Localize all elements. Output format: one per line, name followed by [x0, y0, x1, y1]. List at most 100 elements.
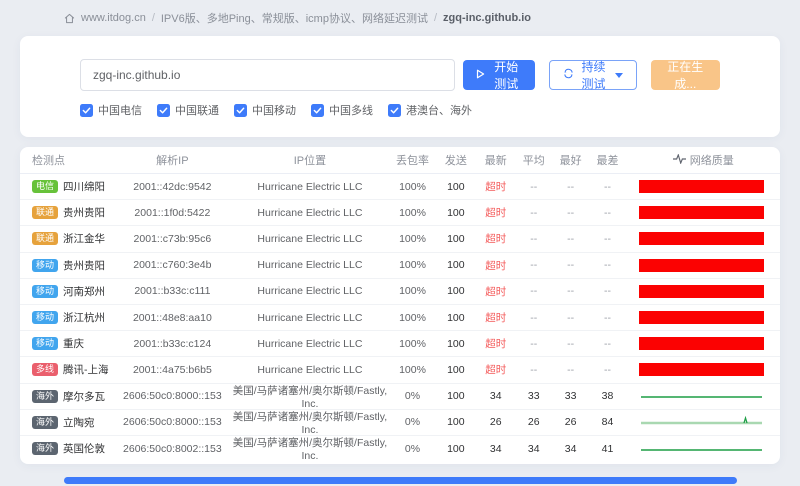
best-latency: --	[553, 364, 589, 376]
worst-latency: --	[588, 285, 626, 297]
breadcrumb-site[interactable]: www.itdog.cn	[81, 12, 146, 24]
node-name: 摩尔多瓦	[63, 389, 105, 404]
latency-sparkline	[639, 442, 764, 456]
packet-loss: 100%	[390, 364, 435, 376]
continuous-test-button[interactable]: 持续测试	[549, 60, 636, 90]
avg-latency: --	[515, 259, 553, 271]
ip-location: Hurricane Electric LLC	[230, 181, 390, 193]
network-quality-cell	[626, 232, 780, 245]
avg-latency: --	[515, 338, 553, 350]
header-node: 检测点	[20, 152, 115, 168]
best-latency: --	[553, 181, 589, 193]
sent-count: 100	[435, 233, 477, 245]
results-table-card: 检测点 解析IP IP位置 丢包率 发送 最新 平均 最好 最差 网络质量 电信…	[20, 147, 780, 464]
carrier-filter-checkbox[interactable]: 中国联通	[157, 102, 219, 118]
start-test-button[interactable]: 开始测试	[463, 60, 535, 90]
latest-latency: 34	[477, 390, 515, 402]
table-row: 移动 重庆 2001::b33c:c124 Hurricane Electric…	[20, 331, 780, 357]
header-worst: 最差	[588, 152, 626, 168]
quality-bad-bar	[639, 180, 764, 193]
resolved-ip: 2606:50c0:8000::153	[115, 416, 230, 428]
breadcrumb-separator: /	[152, 12, 155, 24]
pulse-icon	[673, 154, 686, 167]
sent-count: 100	[435, 443, 477, 455]
packet-loss: 100%	[390, 233, 435, 245]
latest-latency: 超时	[477, 284, 515, 299]
latency-sparkline	[639, 389, 764, 403]
table-row: 海外 立陶宛 2606:50c0:8000::153 美国/马萨诸塞州/奥尔斯顿…	[20, 410, 780, 436]
header-loss: 丢包率	[390, 152, 435, 168]
latest-latency: 超时	[477, 362, 515, 377]
packet-loss: 100%	[390, 259, 435, 271]
sent-count: 100	[435, 364, 477, 376]
worst-latency: --	[588, 312, 626, 324]
carrier-badge: 海外	[32, 416, 58, 429]
best-latency: 33	[553, 390, 589, 402]
table-row: 海外 摩尔多瓦 2606:50c0:8000::153 美国/马萨诸塞州/奥尔斯…	[20, 384, 780, 410]
avg-latency: --	[515, 233, 553, 245]
checkbox-checked-icon	[234, 104, 247, 117]
ip-location: Hurricane Electric LLC	[230, 364, 390, 376]
network-quality-cell	[626, 363, 780, 376]
carrier-filter-checkbox[interactable]: 中国电信	[80, 102, 142, 118]
latest-latency: 34	[477, 443, 515, 455]
sent-count: 100	[435, 285, 477, 297]
node-name: 贵州贵阳	[63, 258, 105, 273]
checkbox-checked-icon	[311, 104, 324, 117]
sent-count: 100	[435, 181, 477, 193]
carrier-filter-label: 港澳台、海外	[406, 102, 472, 118]
packet-loss: 100%	[390, 312, 435, 324]
header-latest: 最新	[477, 152, 515, 168]
node-name: 重庆	[63, 336, 84, 351]
best-latency: --	[553, 338, 589, 350]
table-body: 电信 四川绵阳 2001::42dc:9542 Hurricane Electr…	[20, 174, 780, 462]
best-latency: --	[553, 233, 589, 245]
network-quality-cell	[626, 259, 780, 272]
packet-loss: 100%	[390, 181, 435, 193]
header-ip: 解析IP	[115, 152, 230, 168]
table-row: 移动 浙江杭州 2001::48e8:aa10 Hurricane Electr…	[20, 305, 780, 331]
resolved-ip: 2001::c73b:95c6	[115, 233, 230, 245]
network-quality-cell	[626, 206, 780, 219]
carrier-filter-checkbox[interactable]: 中国移动	[234, 102, 296, 118]
carrier-filter-checkbox[interactable]: 港澳台、海外	[388, 102, 472, 118]
worst-latency: 84	[588, 416, 626, 428]
packet-loss: 100%	[390, 285, 435, 297]
latest-latency: 超时	[477, 336, 515, 351]
host-input[interactable]	[80, 59, 455, 91]
ip-location: Hurricane Electric LLC	[230, 233, 390, 245]
resolved-ip: 2001::c760:3e4b	[115, 259, 230, 271]
continuous-test-label: 持续测试	[579, 58, 607, 92]
quality-bad-bar	[639, 311, 764, 324]
packet-loss: 0%	[390, 443, 435, 455]
packet-loss: 0%	[390, 390, 435, 402]
packet-loss: 0%	[390, 416, 435, 428]
worst-latency: --	[588, 233, 626, 245]
ip-location: Hurricane Electric LLC	[230, 207, 390, 219]
avg-latency: 34	[515, 443, 553, 455]
test-control-card: 开始测试 持续测试 正在生成... 中国电信 中国联通 中国移动	[20, 36, 780, 137]
test-progress-bar	[64, 477, 737, 484]
breadcrumb-target-host: zgq-inc.github.io	[443, 12, 531, 24]
best-latency: 26	[553, 416, 589, 428]
breadcrumb-test-name[interactable]: IPV6版、多地Ping、常规版、icmp协议、网络延迟测试	[161, 10, 428, 26]
generating-label: 正在生成...	[664, 58, 707, 92]
node-name: 腾讯-上海	[63, 362, 109, 377]
resolved-ip: 2001::b33c:c124	[115, 338, 230, 350]
start-test-label: 开始测试	[490, 58, 522, 92]
latest-latency: 超时	[477, 258, 515, 273]
carrier-badge: 移动	[32, 311, 58, 324]
ip-location: 美国/马萨诸塞州/奥尔斯顿/Fastly, Inc.	[230, 409, 390, 436]
worst-latency: 38	[588, 390, 626, 402]
header-best: 最好	[553, 152, 589, 168]
checkbox-checked-icon	[80, 104, 93, 117]
network-quality-cell	[626, 311, 780, 324]
checkbox-checked-icon	[157, 104, 170, 117]
carrier-filter-checkbox[interactable]: 中国多线	[311, 102, 373, 118]
node-name: 浙江金华	[63, 231, 105, 246]
table-row: 海外 英国伦敦 2606:50c0:8002::153 美国/马萨诸塞州/奥尔斯…	[20, 436, 780, 462]
best-latency: 34	[553, 443, 589, 455]
carrier-badge: 移动	[32, 285, 58, 298]
table-header-row: 检测点 解析IP IP位置 丢包率 发送 最新 平均 最好 最差 网络质量	[20, 147, 780, 174]
resolved-ip: 2001::42dc:9542	[115, 181, 230, 193]
